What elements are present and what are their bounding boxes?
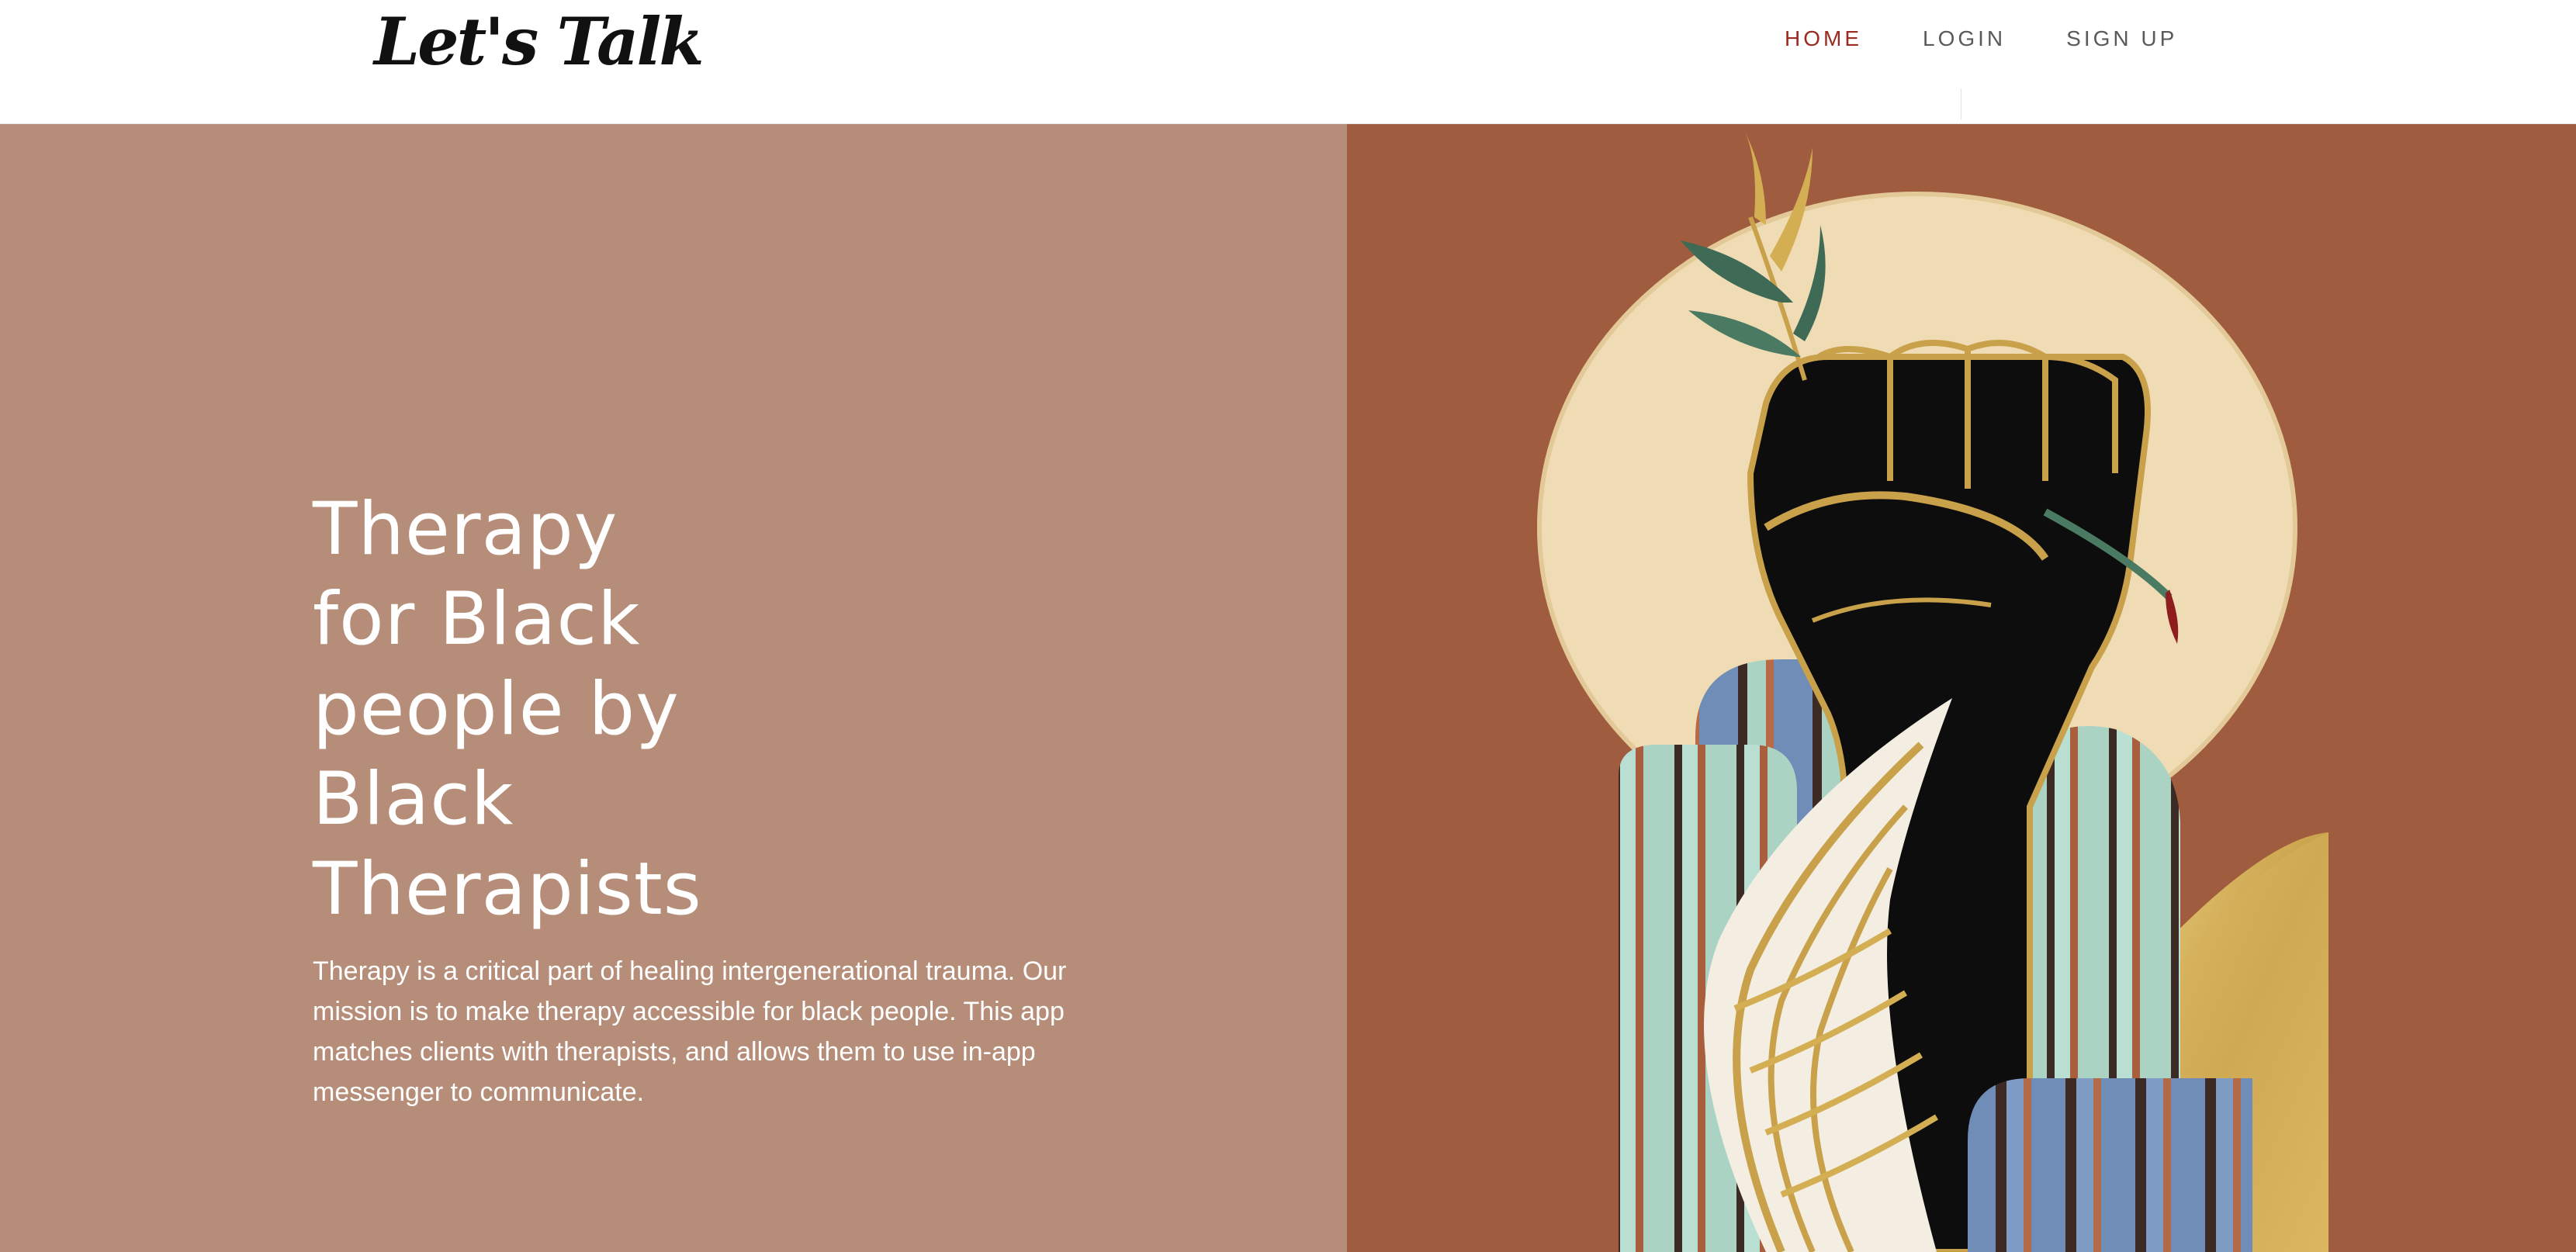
hero-title-line: Therapy xyxy=(313,487,618,572)
nav-signup-link[interactable]: SIGN UP xyxy=(2066,25,2177,53)
hero-title-line: for Black xyxy=(313,577,641,662)
hero-artwork-panel xyxy=(1347,124,2576,1252)
raised-fist-artwork-icon xyxy=(1347,124,2576,1252)
hero-description: Therapy is a critical part of healing in… xyxy=(313,956,1067,1107)
brand-logo[interactable]: Let's Talk xyxy=(374,5,705,78)
nav-login-link[interactable]: LOGIN xyxy=(1923,25,2006,53)
hero-text-panel: Therapy for Black people by Black Therap… xyxy=(0,124,1347,1252)
hero-title-line: Black xyxy=(313,757,514,842)
nav-home-link[interactable]: HOME xyxy=(1785,25,1862,53)
hero-title-line: people by xyxy=(313,667,680,752)
top-navbar: Let's Talk HOME LOGIN SIGN UP xyxy=(0,0,2576,124)
main-nav: HOME LOGIN SIGN UP xyxy=(1785,25,2177,53)
hero-title-line: Therapists xyxy=(313,847,702,932)
hero-title: Therapy for Black people by Black Therap… xyxy=(313,485,840,935)
